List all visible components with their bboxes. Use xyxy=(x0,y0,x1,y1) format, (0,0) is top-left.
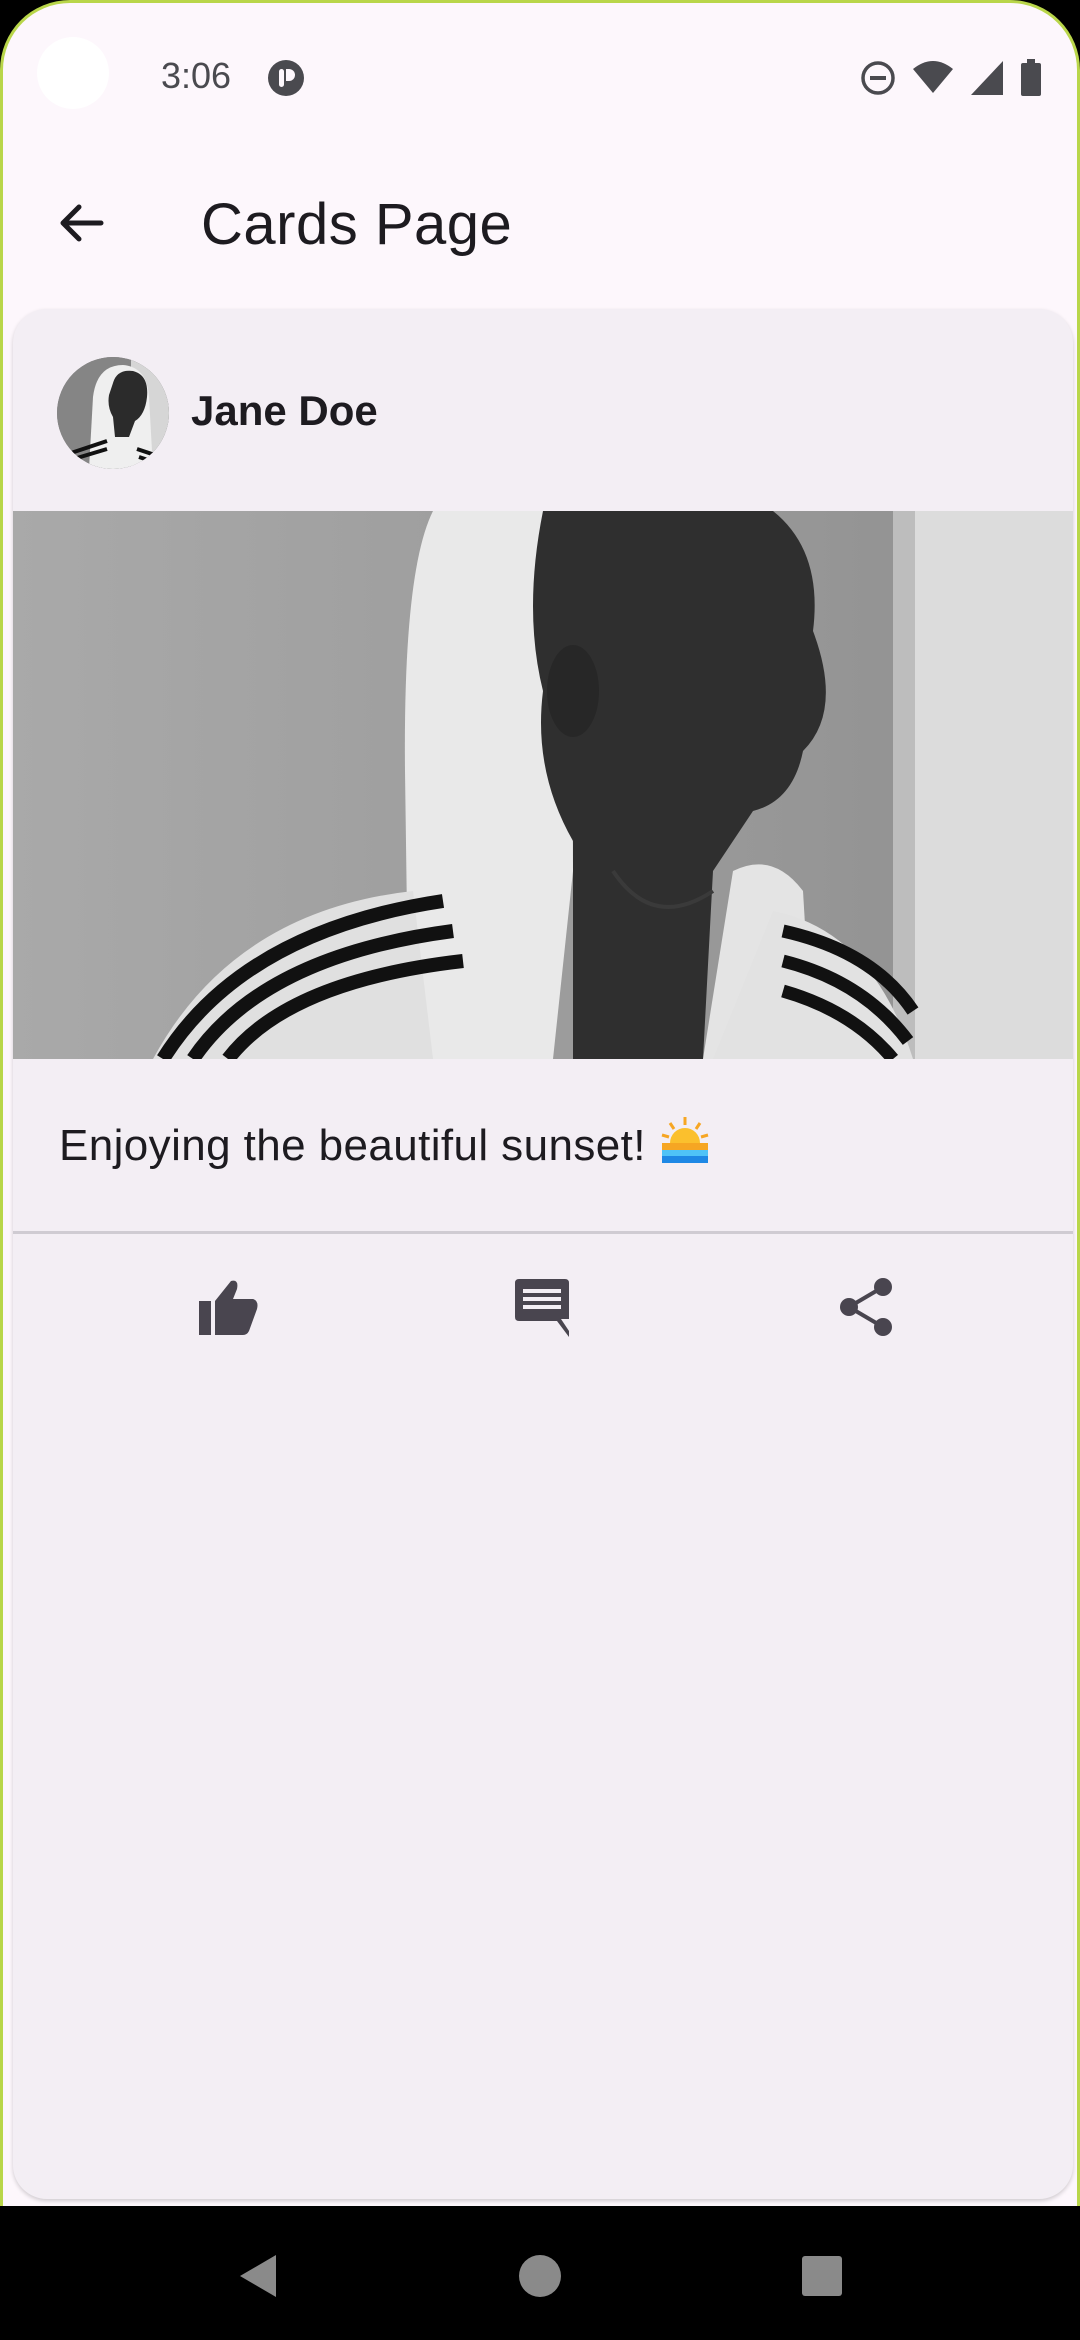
do-not-disturb-icon xyxy=(859,59,897,97)
post-caption: Enjoying the beautiful sunset! xyxy=(59,1115,710,1176)
wifi-icon xyxy=(911,59,955,97)
battery-icon xyxy=(1019,59,1043,97)
screen: 3:06 Cards Page Jane Doe Enjoying the be… xyxy=(0,0,1080,2206)
caption-text: Enjoying the beautiful sunset! xyxy=(59,1120,646,1170)
share-icon xyxy=(835,1275,899,1344)
app-notification-icon xyxy=(267,59,305,97)
cellular-signal-icon xyxy=(969,59,1005,97)
device-frame: 3:06 Cards Page Jane Doe Enjoying the be… xyxy=(0,0,1080,2340)
divider xyxy=(13,1231,1073,1234)
system-nav-bar xyxy=(0,2206,1080,2340)
post-card: Jane Doe Enjoying the beautiful sunset! xyxy=(13,309,1073,2199)
camera-cutout xyxy=(37,37,109,109)
card-header: Jane Doe xyxy=(13,309,1073,509)
arrow-back-icon xyxy=(55,197,107,254)
comment-icon xyxy=(511,1275,575,1344)
thumb-up-icon xyxy=(197,1275,261,1344)
back-triangle-icon xyxy=(236,2253,280,2304)
nav-recents-button[interactable] xyxy=(794,2250,850,2306)
nav-home-button[interactable] xyxy=(512,2250,568,2306)
recents-square-icon xyxy=(800,2254,844,2303)
post-image xyxy=(13,511,1073,1059)
status-bar: 3:06 xyxy=(3,3,1077,153)
back-button[interactable] xyxy=(41,185,121,265)
share-button[interactable] xyxy=(817,1259,917,1359)
nav-back-button[interactable] xyxy=(230,2250,286,2306)
app-bar: Cards Page xyxy=(3,163,1077,283)
home-circle-icon xyxy=(517,2253,563,2304)
status-icons xyxy=(859,59,1043,97)
comment-button[interactable] xyxy=(493,1259,593,1359)
author-name: Jane Doe xyxy=(191,387,378,434)
page-title: Cards Page xyxy=(201,192,513,257)
like-button[interactable] xyxy=(179,1259,279,1359)
sunrise-emoji-icon xyxy=(660,1115,710,1176)
avatar[interactable] xyxy=(57,357,169,469)
status-time: 3:06 xyxy=(161,55,232,96)
